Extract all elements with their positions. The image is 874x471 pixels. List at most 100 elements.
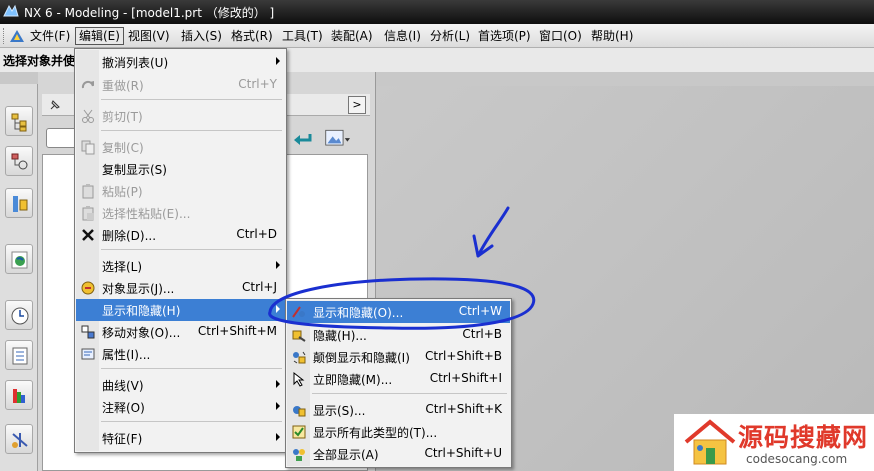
menu-tools[interactable]: 工具(T)	[279, 27, 326, 45]
menu-item-label: 显示和隐藏(O)...	[313, 306, 404, 320]
menu-item-shortcut: Ctrl+D	[236, 227, 277, 241]
menu-window[interactable]: 窗口(O)	[536, 27, 585, 45]
edit-menu: 撤消列表(U) 重做(R) Ctrl+Y 剪切(T) 复制(C) 复制显示(S) 粘贴(P)…	[74, 48, 287, 453]
menu-analysis[interactable]: 分析(L)	[427, 27, 473, 45]
web-browser-tab[interactable]	[5, 244, 33, 274]
menu-item-shortcut: Ctrl+Shift+I	[429, 371, 502, 385]
constraint-navigator-icon	[11, 153, 28, 170]
menu-separator	[101, 368, 282, 369]
menu-assemblies[interactable]: 装配(A)	[328, 27, 376, 45]
menu-item-label: 曲线(V)	[102, 379, 144, 393]
display-image-icon[interactable]	[324, 126, 350, 152]
edit-menu-item[interactable]: 撤消列表(U)	[76, 51, 285, 73]
menu-item-label: 对象显示(J)...	[102, 282, 175, 296]
pin-icon[interactable]	[48, 98, 62, 112]
part-navigator-tab[interactable]	[5, 188, 33, 218]
edit-menu-item[interactable]: 注释(O)	[76, 396, 285, 418]
edit-menu-item[interactable]: 删除(D)... Ctrl+D	[76, 224, 285, 246]
toolbar-grip[interactable]	[3, 28, 6, 44]
redo-icon	[81, 80, 94, 89]
menu-item-label: 选择(L)	[102, 260, 143, 274]
menu-item-shortcut: Ctrl+J	[242, 280, 277, 294]
process-studio-tab[interactable]	[5, 380, 33, 410]
watermark: 源码搜藏网 codesocang.com	[674, 414, 874, 471]
submenu-arrow-icon	[276, 433, 280, 441]
submenu-arrow-icon	[276, 380, 280, 388]
menu-insert[interactable]: 插入(S)	[178, 27, 225, 45]
edit-menu-item[interactable]: 特征(F)	[76, 427, 285, 449]
menu-item-label: 属性(I)...	[102, 348, 151, 362]
part-navigator-icon	[13, 196, 28, 212]
edit-menu-item[interactable]: 复制显示(S)	[76, 158, 285, 180]
menu-separator	[101, 421, 282, 422]
menu-item-label: 注释(O)	[102, 401, 145, 415]
edit-menu-item: 重做(R) Ctrl+Y	[76, 74, 285, 96]
menu-file[interactable]: 文件(F)	[27, 27, 73, 45]
system-materials-tab[interactable]	[5, 340, 33, 370]
constraint-navigator-tab[interactable]	[5, 146, 33, 176]
menu-view[interactable]: 视图(V)	[125, 27, 173, 45]
show-hide-menu-item[interactable]: 显示和隐藏(O)... Ctrl+W	[287, 301, 510, 323]
edit-menu-item[interactable]: 移动对象(O)... Ctrl+Shift+M	[76, 321, 285, 343]
move-object-icon	[81, 325, 95, 339]
house-logo-icon	[684, 419, 736, 465]
menu-item-label: 颠倒显示和隐藏(I)	[313, 351, 410, 365]
menu-item-label: 隐藏(H)...	[313, 329, 367, 343]
menu-separator	[312, 393, 507, 394]
menu-item-label: 复制显示(S)	[102, 163, 167, 177]
watermark-url: codesocang.com	[746, 452, 848, 466]
edit-menu-item[interactable]: 对象显示(J)... Ctrl+J	[76, 277, 285, 299]
menu-item-label: 复制(C)	[102, 141, 144, 155]
menu-item-label: 剪切(T)	[102, 110, 143, 124]
resource-bar	[0, 84, 38, 471]
menu-item-shortcut: Ctrl+Shift+U	[424, 446, 502, 460]
menu-item-shortcut: Ctrl+Shift+B	[425, 349, 502, 363]
roles-tab[interactable]	[5, 424, 33, 454]
menu-item-shortcut: Ctrl+B	[462, 327, 502, 341]
edit-menu-item[interactable]: 选择(L)	[76, 255, 285, 277]
show-hide-menu-item[interactable]: 立即隐藏(M)... Ctrl+Shift+I	[287, 368, 510, 390]
show-all-of-type-icon	[292, 425, 306, 439]
edit-menu-item[interactable]: 显示和隐藏(H)	[76, 299, 285, 321]
show-all-icon	[293, 449, 305, 461]
submenu-arrow-icon	[276, 305, 280, 313]
menu-item-label: 显示和隐藏(H)	[102, 304, 181, 318]
menu-information[interactable]: 信息(I)	[381, 27, 424, 45]
roles-icon	[12, 433, 28, 448]
menu-preferences[interactable]: 首选项(P)	[475, 27, 534, 45]
assembly-navigator-tab[interactable]	[5, 106, 33, 136]
list-icon	[12, 347, 28, 365]
undo-arrow-icon[interactable]	[290, 126, 316, 152]
title-bar: NX 6 - Modeling - [model1.prt （修改的） ]	[0, 0, 874, 24]
cut-icon	[82, 109, 94, 123]
menu-help[interactable]: 帮助(H)	[588, 27, 636, 45]
show-hide-menu-item[interactable]: 显示所有此类型的(T)...	[287, 421, 510, 443]
edit-menu-item[interactable]: 曲线(V)	[76, 374, 285, 396]
edit-menu-item: 剪切(T)	[76, 105, 285, 127]
color-bars-icon	[13, 389, 25, 403]
menu-edit[interactable]: 编辑(E)	[75, 27, 124, 45]
menu-separator	[101, 249, 282, 250]
delete-icon	[82, 229, 94, 241]
show-hide-menu-item[interactable]: 显示(S)... Ctrl+Shift+K	[287, 399, 510, 421]
show-hide-menu-item[interactable]: 隐藏(H)... Ctrl+B	[287, 324, 510, 346]
menu-bar: 文件(F) 编辑(E) 视图(V) 插入(S) 格式(R) 工具(T) 装配(A…	[0, 24, 874, 48]
show-hide-menu-item[interactable]: 颠倒显示和隐藏(I) Ctrl+Shift+B	[287, 346, 510, 368]
menu-item-shortcut: Ctrl+Shift+K	[425, 402, 502, 416]
menu-separator	[101, 130, 282, 131]
show-hide-submenu: 显示和隐藏(O)... Ctrl+W 隐藏(H)... Ctrl+B 颠倒显示和隐藏(I…	[285, 298, 512, 468]
show-hide-menu-item[interactable]: 全部显示(A) Ctrl+Shift+U	[287, 443, 510, 465]
history-tab[interactable]	[5, 300, 33, 330]
immediate-hide-icon	[293, 371, 305, 387]
menu-format[interactable]: 格式(R)	[228, 27, 276, 45]
nx-logo-icon	[3, 4, 19, 17]
edit-menu-item[interactable]: 属性(I)...	[76, 343, 285, 365]
menu-item-label: 显示所有此类型的(T)...	[313, 426, 438, 440]
submenu-arrow-icon	[276, 402, 280, 410]
show-icon	[293, 406, 306, 417]
menu-item-label: 特征(F)	[102, 432, 143, 446]
object-display-icon	[81, 281, 95, 295]
start-icon[interactable]	[8, 28, 26, 44]
properties-icon	[81, 348, 95, 360]
chevron-right-icon[interactable]: >	[348, 96, 366, 114]
